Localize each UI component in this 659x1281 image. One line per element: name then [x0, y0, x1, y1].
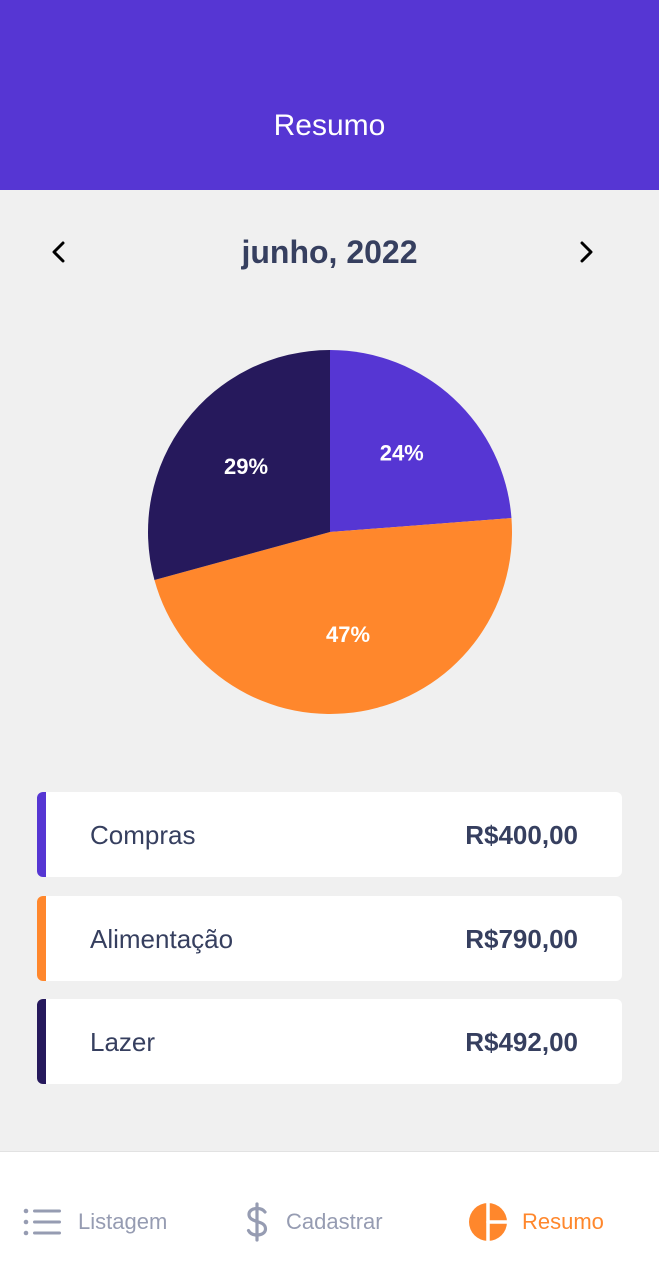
tab-cadastrar[interactable]: Cadastrar [242, 1200, 383, 1244]
list-icon [23, 1208, 61, 1236]
category-name: Compras [90, 820, 196, 850]
page-title: Resumo [273, 109, 386, 142]
category-color-bar [37, 999, 46, 1084]
category-color-bar [37, 896, 46, 981]
category-amount: R$400,00 [465, 820, 578, 850]
tab-listagem[interactable]: Listagem [22, 1200, 167, 1244]
pie-chart: 24% 47% 29% [148, 350, 512, 714]
header: Resumo [0, 0, 659, 190]
dollar-sign-icon [246, 1202, 268, 1242]
pie-chart-icon [469, 1202, 508, 1242]
category-name: Alimentação [90, 924, 234, 954]
chevron-right-icon [580, 241, 593, 263]
tab-resumo[interactable]: Resumo [468, 1200, 604, 1244]
next-month-button[interactable] [556, 222, 616, 282]
category-card-lazer[interactable]: Lazer R$492,00 [37, 999, 622, 1084]
category-card-compras[interactable]: Compras R$400,00 [37, 792, 622, 877]
tab-label: Cadastrar [286, 1209, 383, 1234]
category-amount: R$492,00 [465, 1027, 578, 1057]
bottom-tab-bar: Listagem Cadastrar Resumo [0, 1151, 659, 1281]
category-card-alimentacao[interactable]: Alimentação R$790,00 [37, 896, 622, 981]
tab-label: Resumo [522, 1209, 604, 1234]
month-selector: junho, 2022 [0, 222, 659, 282]
tab-label: Listagem [78, 1209, 168, 1234]
category-name: Lazer [90, 1027, 156, 1057]
category-color-bar [37, 792, 46, 877]
pie-label-alimentação: 47% [326, 622, 370, 647]
pie-label-lazer: 29% [224, 454, 268, 479]
category-amount: R$790,00 [465, 924, 578, 954]
pie-label-compras: 24% [380, 440, 424, 465]
